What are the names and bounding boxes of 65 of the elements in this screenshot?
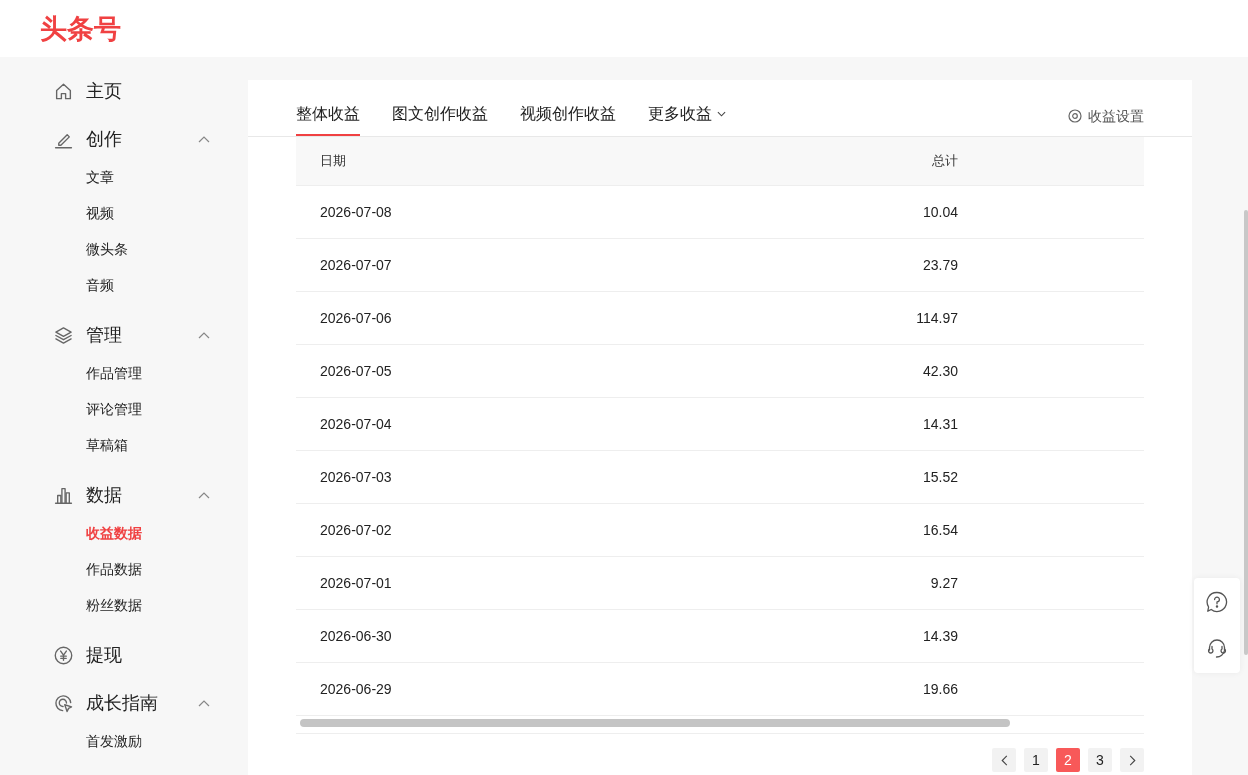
- layers-icon: [54, 325, 73, 345]
- table-cell: 2026-07-02: [296, 503, 696, 557]
- sidebar-item[interactable]: 管理: [54, 315, 210, 355]
- table-cell: 2026-06-29: [296, 662, 696, 716]
- previous-page-button[interactable]: [992, 748, 1016, 772]
- sidebar-subitem[interactable]: 视频: [86, 195, 114, 231]
- table-cell: 2026-06-30: [296, 609, 696, 663]
- chevron-up-icon[interactable]: [198, 491, 210, 499]
- column-header: 日期: [296, 137, 696, 186]
- table-cell: 114.97: [696, 291, 982, 345]
- table-cell: 2026-07-03: [296, 450, 696, 504]
- table-cell: 15.52: [696, 450, 982, 504]
- circle-dot-icon: [1068, 109, 1082, 123]
- sidebar-subitem[interactable]: 收益数据: [86, 515, 142, 551]
- sidebar-subitem[interactable]: 作品数据: [86, 551, 142, 587]
- sidebar-item[interactable]: 提现: [54, 635, 210, 675]
- chevron-up-icon[interactable]: [198, 331, 210, 339]
- table-cell: 23.79: [696, 238, 982, 292]
- yen-coin-icon: [54, 645, 73, 665]
- tab[interactable]: 视频创作收益: [520, 103, 616, 136]
- sidebar-item[interactable]: 数据: [54, 475, 210, 515]
- sidebar-item[interactable]: 主页: [54, 71, 210, 111]
- table-cell: 19.66: [696, 662, 982, 716]
- sidebar-subitem[interactable]: 作品管理: [86, 355, 142, 391]
- chevron-down-icon: [717, 111, 726, 117]
- settings-link[interactable]: 收益设置: [1068, 106, 1144, 136]
- sidebar-subitem[interactable]: 评论管理: [86, 391, 142, 427]
- tab[interactable]: 图文创作收益: [392, 103, 488, 136]
- page-button[interactable]: 3: [1088, 748, 1112, 772]
- table-cell: 2026-07-01: [296, 556, 696, 610]
- sidebar-subitem[interactable]: 首发激励: [86, 723, 142, 759]
- home-icon: [54, 81, 73, 101]
- sidebar-subitem[interactable]: 微头条: [86, 231, 128, 267]
- table-cell: 2026-07-08: [296, 185, 696, 239]
- table-cell: 42.30: [696, 344, 982, 398]
- column-header: 总计: [696, 137, 982, 186]
- sidebar-item[interactable]: 成长指南: [54, 683, 210, 723]
- table-cell: 9.27: [696, 556, 982, 610]
- sidebar-item[interactable]: 创作: [54, 119, 210, 159]
- table-cell: 16.54: [696, 503, 982, 557]
- help-icon[interactable]: [1206, 591, 1228, 613]
- scrollbar-thumb[interactable]: [1244, 210, 1248, 655]
- table-cell: 2026-07-04: [296, 397, 696, 451]
- table-cell: 2026-07-06: [296, 291, 696, 345]
- table-cell: 2026-07-07: [296, 238, 696, 292]
- chevron-left-icon: [1000, 754, 1008, 766]
- sidebar-subitem[interactable]: 粉丝数据: [86, 587, 142, 623]
- table-cell: 14.39: [696, 609, 982, 663]
- next-page-button[interactable]: [1120, 748, 1144, 772]
- ring-cursor-icon: [54, 693, 73, 713]
- sidebar-subitem[interactable]: 音频: [86, 267, 114, 303]
- table-cell: 10.04: [696, 185, 982, 239]
- sidebar-subitem[interactable]: 文章: [86, 159, 114, 195]
- headset-icon[interactable]: [1206, 637, 1228, 659]
- scrollbar-thumb[interactable]: [300, 719, 1010, 727]
- tab[interactable]: 更多收益: [648, 103, 726, 136]
- sidebar-subitem[interactable]: 草稿箱: [86, 427, 128, 463]
- logo[interactable]: 头条号: [40, 13, 121, 44]
- chevron-up-icon[interactable]: [198, 135, 210, 143]
- bar-chart-icon: [54, 485, 73, 505]
- table-cell: 14.31: [696, 397, 982, 451]
- table-cell: 2026-07-05: [296, 344, 696, 398]
- page-button[interactable]: 1: [1024, 748, 1048, 772]
- chevron-up-icon[interactable]: [198, 699, 210, 707]
- chevron-right-icon: [1128, 754, 1136, 766]
